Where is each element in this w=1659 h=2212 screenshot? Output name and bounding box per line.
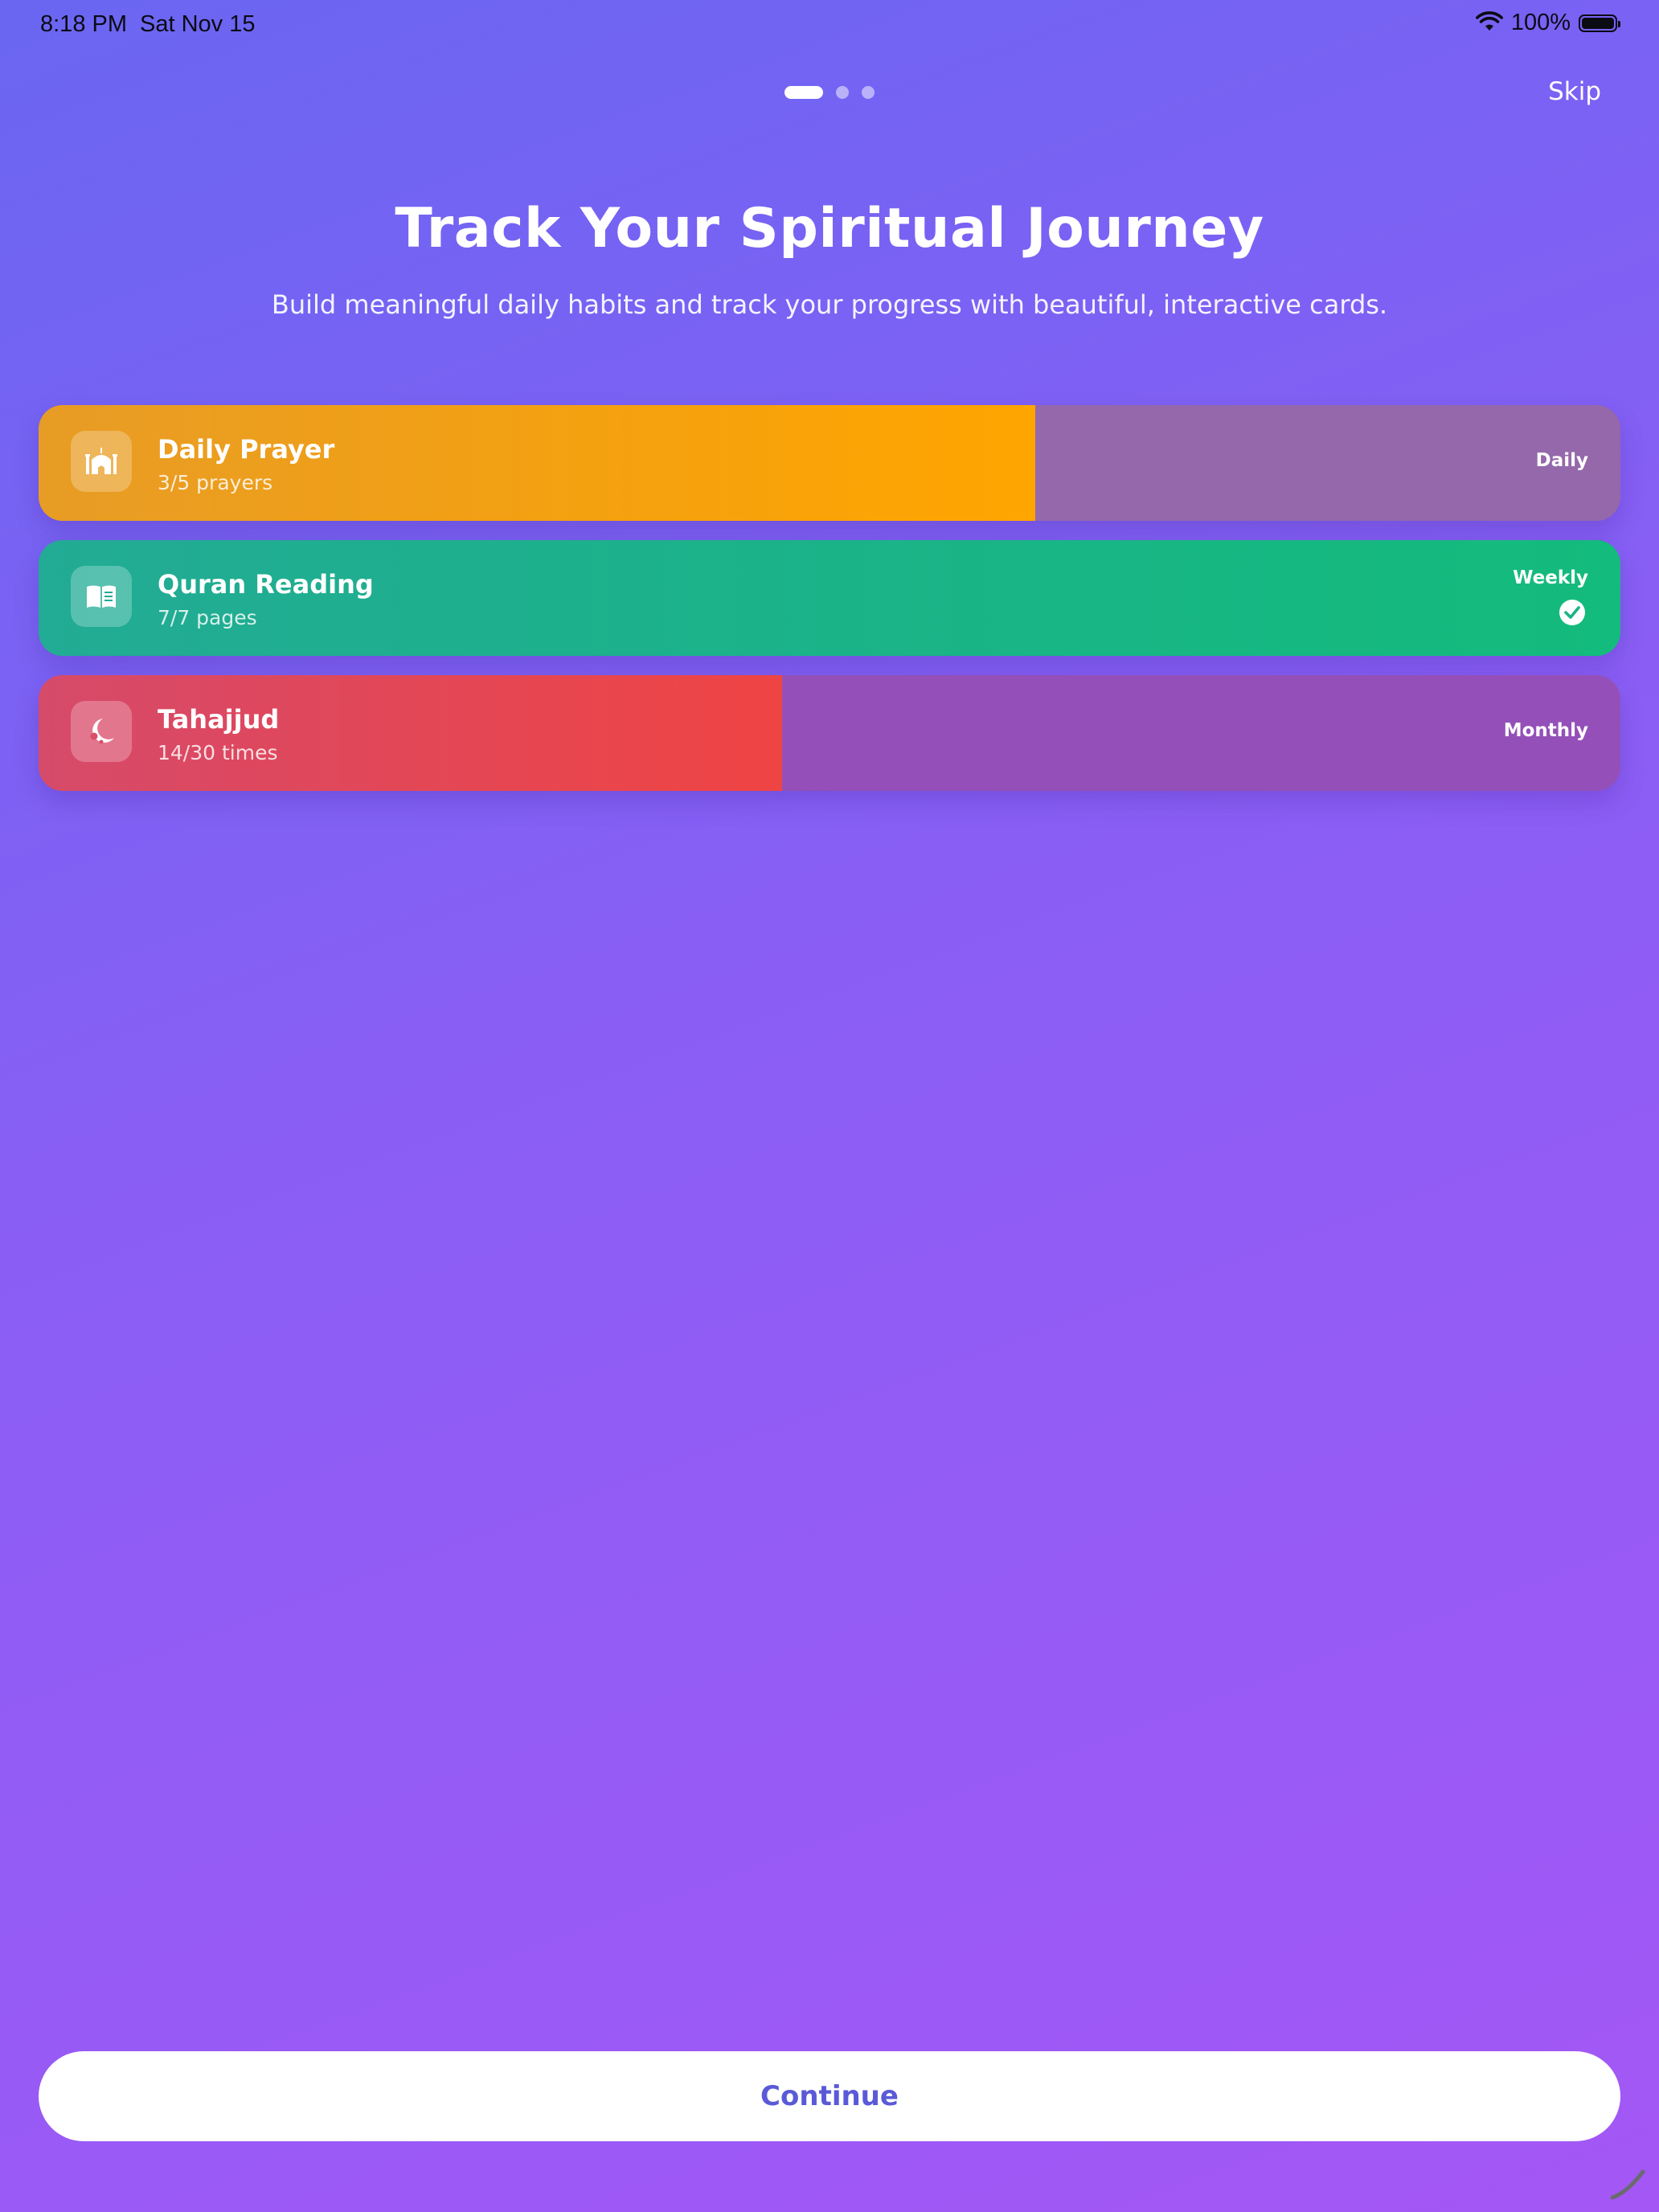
habit-progress-text: 3/5 prayers [158,471,273,494]
status-date: Sat Nov 15 [140,11,256,37]
habit-period: Daily [1535,450,1588,471]
habit-progress-text: 7/7 pages [158,606,257,629]
battery-icon [1579,14,1620,32]
progress-fill [39,675,782,791]
status-time: 8:18 PM [40,11,127,37]
moon-star-icon [71,701,132,762]
mosque-icon [71,431,132,492]
status-indicators: 100% [1475,10,1620,36]
page-dot-2[interactable] [836,86,849,99]
habit-period: Weekly [1513,567,1588,588]
pencil-indicator-icon [1608,2161,1649,2206]
battery-percent: 100% [1510,10,1571,35]
habit-title: Daily Prayer [158,434,335,465]
book-icon [71,566,132,627]
skip-button[interactable]: Skip [1548,77,1601,106]
habit-title: Tahajjud [158,704,280,735]
page-dot-3[interactable] [862,86,875,99]
continue-button[interactable]: Continue [39,2051,1620,2141]
habit-title: Quran Reading [158,569,374,600]
habit-progress-text: 14/30 times [158,741,278,764]
habit-card-tahajjud[interactable]: Tahajjud 14/30 times Monthly [39,675,1620,791]
status-bar: 8:18 PM Sat Nov 15 100% [0,0,1659,51]
checkmark-icon [1559,600,1585,625]
page-title: Track Your Spiritual Journey [395,197,1264,260]
habit-card-daily-prayer[interactable]: Daily Prayer 3/5 prayers Daily [39,405,1620,521]
habit-card-quran-reading[interactable]: Quran Reading 7/7 pages Weekly [39,540,1620,656]
habit-period: Monthly [1503,720,1588,741]
page-indicator[interactable] [0,86,1659,99]
wifi-icon [1475,10,1503,35]
page-dot-1[interactable] [784,86,823,99]
page-subtitle: Build meaningful daily habits and track … [271,289,1388,320]
